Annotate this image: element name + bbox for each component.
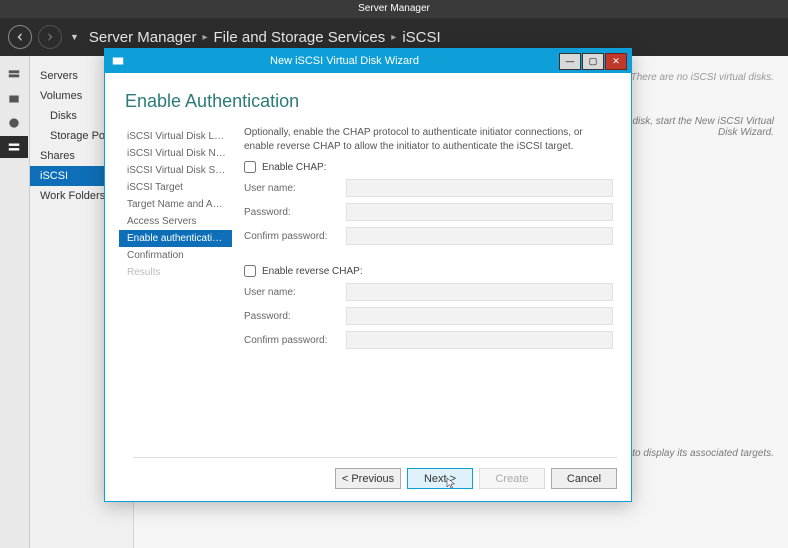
empty-message: There are no iSCSI virtual disks. bbox=[631, 72, 774, 83]
wizard-title: New iSCSI Virtual Disk Wizard bbox=[131, 55, 558, 67]
chap-user-label: User name: bbox=[244, 183, 346, 194]
wizard-button-bar: < Previous Next > Create Cancel bbox=[119, 458, 631, 501]
step-results: Results bbox=[119, 264, 232, 281]
step-confirmation[interactable]: Confirmation bbox=[119, 247, 232, 264]
maximize-button[interactable]: ▢ bbox=[582, 53, 604, 70]
app-title: Server Manager bbox=[0, 0, 788, 18]
step-size[interactable]: iSCSI Virtual Disk Size bbox=[119, 162, 232, 179]
enable-chap-checkbox[interactable] bbox=[244, 161, 256, 173]
back-button[interactable] bbox=[8, 25, 32, 49]
history-dropdown-icon[interactable]: ▼ bbox=[70, 32, 79, 42]
close-button[interactable]: ✕ bbox=[605, 53, 627, 70]
wizard-form: Optionally, enable the CHAP protocol to … bbox=[232, 124, 631, 457]
rchap-pass-label: Password: bbox=[244, 311, 346, 322]
arrow-left-icon bbox=[14, 31, 26, 43]
icon-rail bbox=[0, 56, 30, 548]
rchap-user-label: User name: bbox=[244, 287, 346, 298]
targets-hint: VHD to display its associated targets. bbox=[608, 448, 774, 459]
rail-storage-icon[interactable] bbox=[0, 136, 28, 158]
step-name[interactable]: iSCSI Virtual Disk Name bbox=[119, 145, 232, 162]
next-button[interactable]: Next > bbox=[407, 468, 473, 489]
breadcrumb-l2[interactable]: iSCSI bbox=[402, 29, 440, 46]
arrow-right-icon bbox=[44, 31, 56, 43]
step-target[interactable]: iSCSI Target bbox=[119, 179, 232, 196]
chap-user-input[interactable] bbox=[346, 179, 613, 197]
chap-pass-label: Password: bbox=[244, 207, 346, 218]
chevron-right-icon: ▸ bbox=[391, 32, 396, 43]
step-target-name[interactable]: Target Name and Access bbox=[119, 196, 232, 213]
rchap-user-input[interactable] bbox=[346, 283, 613, 301]
chap-confirm-input[interactable] bbox=[346, 227, 613, 245]
wizard-dialog: New iSCSI Virtual Disk Wizard — ▢ ✕ Enab… bbox=[104, 48, 632, 502]
step-access-servers[interactable]: Access Servers bbox=[119, 213, 232, 230]
enable-reverse-chap-label: Enable reverse CHAP: bbox=[262, 266, 363, 277]
rchap-confirm-label: Confirm password: bbox=[244, 335, 346, 346]
breadcrumb-root[interactable]: Server Manager bbox=[89, 29, 197, 46]
chevron-right-icon: ▸ bbox=[202, 32, 207, 43]
rail-volume-icon[interactable] bbox=[0, 112, 28, 134]
hint-message: disk, start the New iSCSI Virtual Disk W… bbox=[614, 116, 774, 138]
rail-disk-icon[interactable] bbox=[0, 88, 28, 110]
wizard-titlebar[interactable]: New iSCSI Virtual Disk Wizard — ▢ ✕ bbox=[105, 49, 631, 73]
step-location[interactable]: iSCSI Virtual Disk Location bbox=[119, 128, 232, 145]
chap-pass-input[interactable] bbox=[346, 203, 613, 221]
minimize-button[interactable]: — bbox=[559, 53, 581, 70]
wizard-icon bbox=[111, 54, 125, 68]
breadcrumb-l1[interactable]: File and Storage Services bbox=[214, 29, 386, 46]
rail-server-icon[interactable] bbox=[0, 64, 28, 86]
step-enable-auth[interactable]: Enable authentication ser... bbox=[119, 230, 232, 247]
rchap-confirm-input[interactable] bbox=[346, 331, 613, 349]
wizard-description: Optionally, enable the CHAP protocol to … bbox=[244, 126, 613, 153]
wizard-heading: Enable Authentication bbox=[119, 73, 631, 124]
rchap-pass-input[interactable] bbox=[346, 307, 613, 325]
enable-reverse-chap-checkbox[interactable] bbox=[244, 265, 256, 277]
chap-confirm-label: Confirm password: bbox=[244, 231, 346, 242]
enable-chap-label: Enable CHAP: bbox=[262, 162, 326, 173]
cancel-button[interactable]: Cancel bbox=[551, 468, 617, 489]
wizard-steps: iSCSI Virtual Disk Location iSCSI Virtua… bbox=[119, 124, 232, 457]
forward-button[interactable] bbox=[38, 25, 62, 49]
breadcrumb: Server Manager ▸ File and Storage Servic… bbox=[89, 29, 441, 46]
create-button: Create bbox=[479, 468, 545, 489]
previous-button[interactable]: < Previous bbox=[335, 468, 401, 489]
